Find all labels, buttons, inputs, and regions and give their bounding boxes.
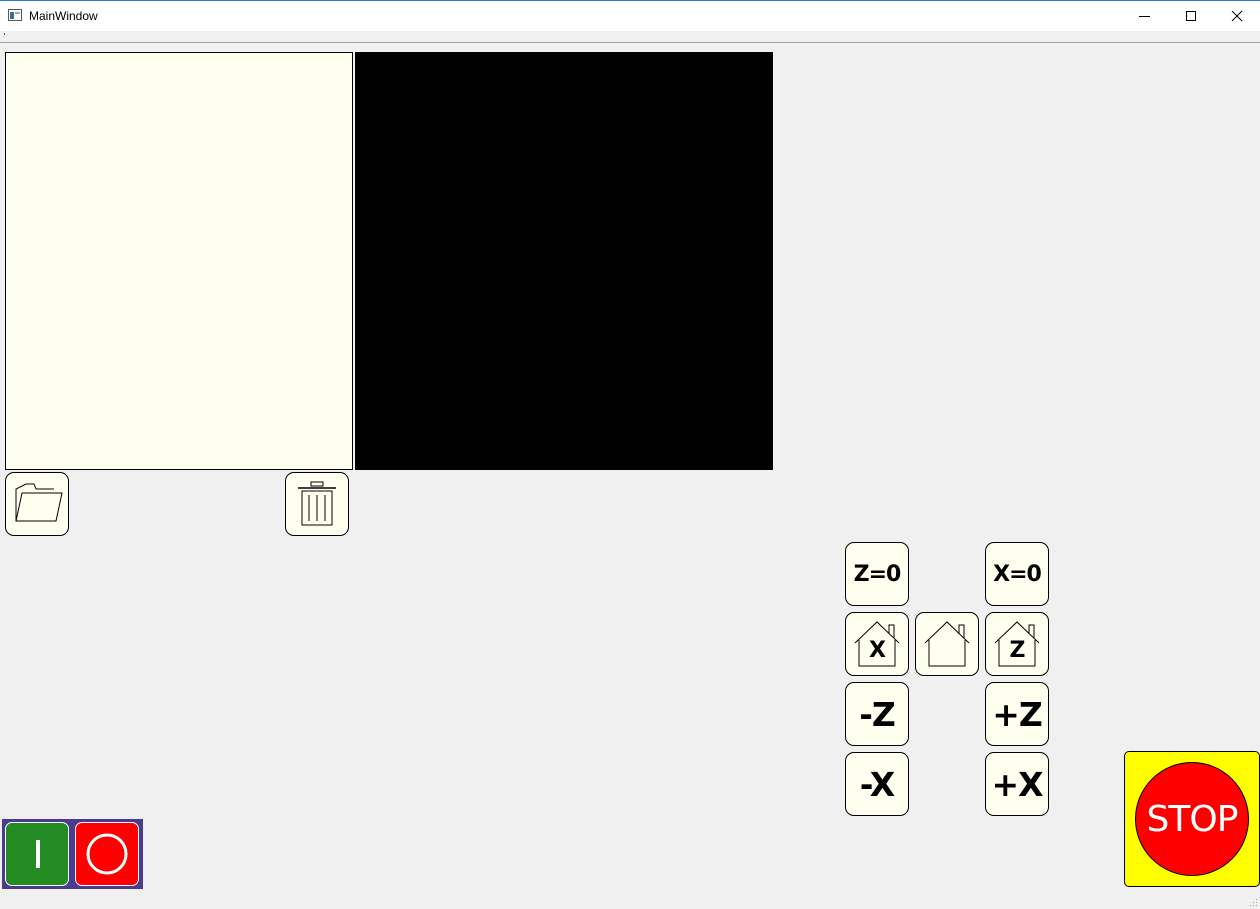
jog-minus-z-label: -Z	[859, 694, 896, 734]
zero-x-label: X=0	[993, 561, 1042, 587]
jog-minus-x-label: -X	[859, 764, 895, 804]
emergency-stop-frame: STOP	[1124, 751, 1260, 887]
open-file-button[interactable]	[5, 472, 69, 536]
preview-panel	[355, 52, 773, 470]
menu-bar-handle	[4, 33, 5, 35]
maximize-icon	[1186, 11, 1196, 21]
home-z-button[interactable]: Z	[985, 612, 1049, 676]
jog-plus-z-label: +Z	[992, 694, 1043, 734]
close-icon	[1231, 10, 1243, 22]
home-all-button[interactable]	[915, 612, 979, 676]
zero-z-button[interactable]: Z=0	[845, 542, 909, 606]
minimize-icon	[1139, 16, 1150, 17]
jog-minus-z-button[interactable]: -Z	[845, 682, 909, 746]
home-icon	[924, 621, 970, 667]
jog-plus-z-button[interactable]: +Z	[985, 682, 1049, 746]
zero-x-button[interactable]: X=0	[985, 542, 1049, 606]
jog-minus-x-button[interactable]: -X	[845, 752, 909, 816]
app-icon	[8, 9, 22, 21]
folder-open-icon	[15, 483, 63, 522]
jog-plus-x-label: +X	[991, 764, 1043, 804]
power-on-button[interactable]	[5, 822, 69, 886]
power-off-icon	[86, 833, 128, 875]
power-off-button[interactable]	[75, 822, 139, 886]
delete-file-button[interactable]	[285, 472, 349, 536]
stop-label: STOP	[1146, 798, 1239, 840]
title-bar: MainWindow	[0, 0, 1260, 31]
power-control-group	[2, 819, 143, 889]
window-title: MainWindow	[29, 9, 98, 23]
close-button[interactable]	[1214, 1, 1260, 31]
maximize-button[interactable]	[1168, 1, 1214, 31]
home-z-label: Z	[1009, 637, 1026, 663]
file-list-panel[interactable]	[5, 52, 353, 470]
emergency-stop-button[interactable]: STOP	[1135, 762, 1249, 876]
minimize-button[interactable]	[1122, 1, 1168, 31]
power-on-icon	[36, 840, 40, 868]
home-x-button[interactable]: X	[845, 612, 909, 676]
home-x-label: X	[869, 637, 886, 663]
zero-z-label: Z=0	[853, 561, 902, 587]
resize-grip-icon[interactable]	[1248, 897, 1258, 907]
jog-plus-x-button[interactable]: +X	[985, 752, 1049, 816]
trash-icon	[298, 481, 336, 526]
menu-bar[interactable]	[0, 31, 1260, 43]
